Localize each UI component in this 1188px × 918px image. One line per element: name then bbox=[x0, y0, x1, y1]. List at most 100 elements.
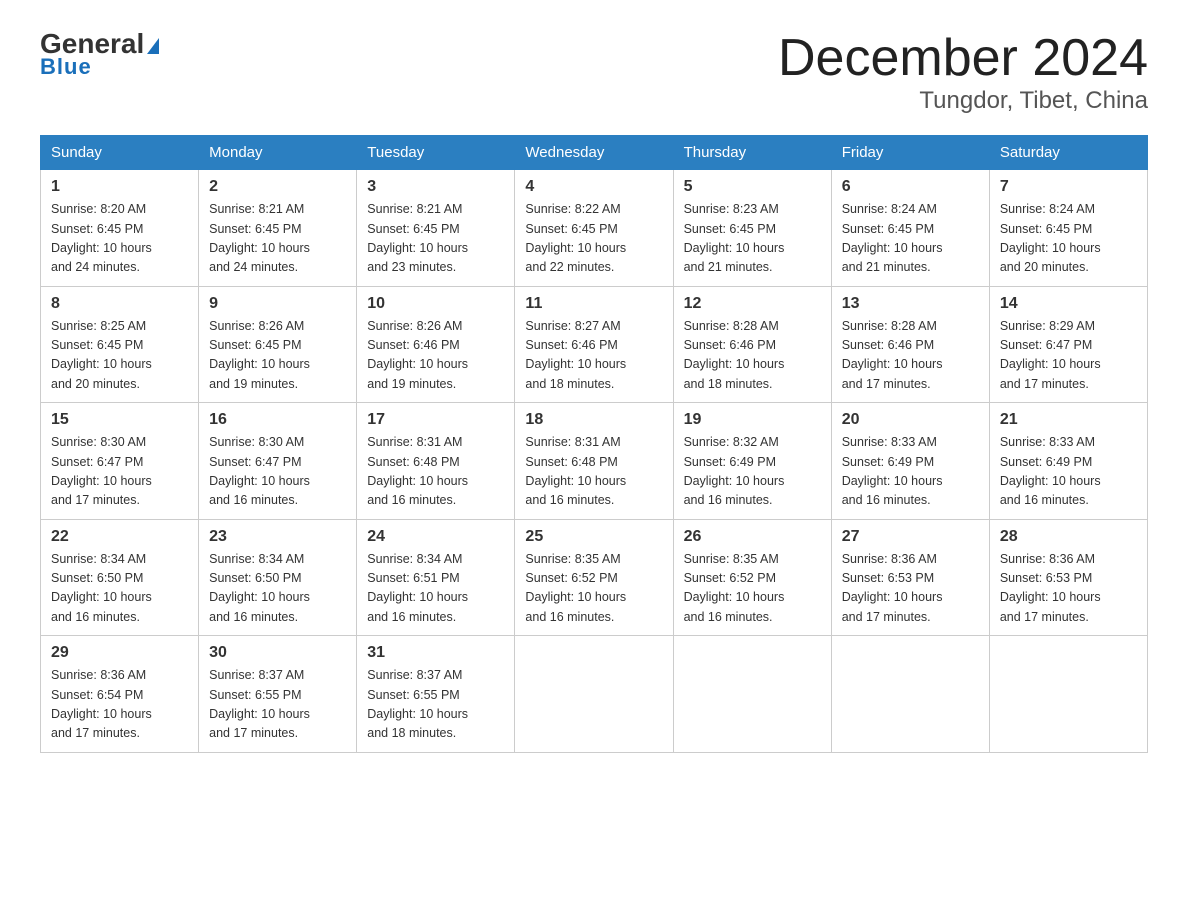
table-row: 26 Sunrise: 8:35 AM Sunset: 6:52 PM Dayl… bbox=[673, 519, 831, 636]
calendar-title: December 2024 bbox=[778, 30, 1148, 87]
calendar-row: 29 Sunrise: 8:36 AM Sunset: 6:54 PM Dayl… bbox=[41, 636, 1148, 753]
day-info: Sunrise: 8:27 AM Sunset: 6:46 PM Dayligh… bbox=[525, 317, 662, 395]
day-number: 31 bbox=[367, 644, 504, 662]
day-info: Sunrise: 8:36 AM Sunset: 6:53 PM Dayligh… bbox=[842, 550, 979, 628]
table-row: 4 Sunrise: 8:22 AM Sunset: 6:45 PM Dayli… bbox=[515, 170, 673, 287]
table-row: 16 Sunrise: 8:30 AM Sunset: 6:47 PM Dayl… bbox=[199, 403, 357, 520]
day-info: Sunrise: 8:36 AM Sunset: 6:53 PM Dayligh… bbox=[1000, 550, 1137, 628]
day-number: 8 bbox=[51, 295, 188, 313]
calendar-row: 1 Sunrise: 8:20 AM Sunset: 6:45 PM Dayli… bbox=[41, 170, 1148, 287]
calendar-row: 15 Sunrise: 8:30 AM Sunset: 6:47 PM Dayl… bbox=[41, 403, 1148, 520]
day-info: Sunrise: 8:26 AM Sunset: 6:46 PM Dayligh… bbox=[367, 317, 504, 395]
day-info: Sunrise: 8:37 AM Sunset: 6:55 PM Dayligh… bbox=[209, 666, 346, 744]
day-info: Sunrise: 8:21 AM Sunset: 6:45 PM Dayligh… bbox=[209, 200, 346, 278]
day-number: 21 bbox=[1000, 411, 1137, 429]
table-row: 30 Sunrise: 8:37 AM Sunset: 6:55 PM Dayl… bbox=[199, 636, 357, 753]
day-number: 17 bbox=[367, 411, 504, 429]
table-row: 12 Sunrise: 8:28 AM Sunset: 6:46 PM Dayl… bbox=[673, 286, 831, 403]
col-tuesday: Tuesday bbox=[357, 136, 515, 170]
day-info: Sunrise: 8:24 AM Sunset: 6:45 PM Dayligh… bbox=[842, 200, 979, 278]
day-info: Sunrise: 8:25 AM Sunset: 6:45 PM Dayligh… bbox=[51, 317, 188, 395]
calendar-row: 8 Sunrise: 8:25 AM Sunset: 6:45 PM Dayli… bbox=[41, 286, 1148, 403]
table-row: 6 Sunrise: 8:24 AM Sunset: 6:45 PM Dayli… bbox=[831, 170, 989, 287]
day-info: Sunrise: 8:34 AM Sunset: 6:50 PM Dayligh… bbox=[51, 550, 188, 628]
day-number: 7 bbox=[1000, 178, 1137, 196]
page-header: General Blue December 2024 Tungdor, Tibe… bbox=[40, 30, 1148, 115]
day-info: Sunrise: 8:33 AM Sunset: 6:49 PM Dayligh… bbox=[1000, 433, 1137, 511]
day-number: 11 bbox=[525, 295, 662, 313]
day-number: 19 bbox=[684, 411, 821, 429]
day-number: 29 bbox=[51, 644, 188, 662]
table-row: 27 Sunrise: 8:36 AM Sunset: 6:53 PM Dayl… bbox=[831, 519, 989, 636]
col-sunday: Sunday bbox=[41, 136, 199, 170]
day-number: 28 bbox=[1000, 528, 1137, 546]
table-row: 23 Sunrise: 8:34 AM Sunset: 6:50 PM Dayl… bbox=[199, 519, 357, 636]
day-number: 25 bbox=[525, 528, 662, 546]
table-row: 2 Sunrise: 8:21 AM Sunset: 6:45 PM Dayli… bbox=[199, 170, 357, 287]
day-number: 12 bbox=[684, 295, 821, 313]
table-row: 22 Sunrise: 8:34 AM Sunset: 6:50 PM Dayl… bbox=[41, 519, 199, 636]
col-friday: Friday bbox=[831, 136, 989, 170]
day-number: 30 bbox=[209, 644, 346, 662]
logo: General Blue bbox=[40, 30, 159, 80]
day-info: Sunrise: 8:30 AM Sunset: 6:47 PM Dayligh… bbox=[51, 433, 188, 511]
day-number: 1 bbox=[51, 178, 188, 196]
table-row bbox=[673, 636, 831, 753]
table-row: 10 Sunrise: 8:26 AM Sunset: 6:46 PM Dayl… bbox=[357, 286, 515, 403]
table-row: 8 Sunrise: 8:25 AM Sunset: 6:45 PM Dayli… bbox=[41, 286, 199, 403]
table-row: 21 Sunrise: 8:33 AM Sunset: 6:49 PM Dayl… bbox=[989, 403, 1147, 520]
day-number: 23 bbox=[209, 528, 346, 546]
day-number: 24 bbox=[367, 528, 504, 546]
table-row: 7 Sunrise: 8:24 AM Sunset: 6:45 PM Dayli… bbox=[989, 170, 1147, 287]
day-number: 4 bbox=[525, 178, 662, 196]
day-info: Sunrise: 8:34 AM Sunset: 6:50 PM Dayligh… bbox=[209, 550, 346, 628]
day-info: Sunrise: 8:30 AM Sunset: 6:47 PM Dayligh… bbox=[209, 433, 346, 511]
day-number: 2 bbox=[209, 178, 346, 196]
day-info: Sunrise: 8:32 AM Sunset: 6:49 PM Dayligh… bbox=[684, 433, 821, 511]
table-row: 25 Sunrise: 8:35 AM Sunset: 6:52 PM Dayl… bbox=[515, 519, 673, 636]
day-info: Sunrise: 8:28 AM Sunset: 6:46 PM Dayligh… bbox=[842, 317, 979, 395]
table-row: 29 Sunrise: 8:36 AM Sunset: 6:54 PM Dayl… bbox=[41, 636, 199, 753]
header-row: Sunday Monday Tuesday Wednesday Thursday… bbox=[41, 136, 1148, 170]
day-number: 18 bbox=[525, 411, 662, 429]
table-row: 14 Sunrise: 8:29 AM Sunset: 6:47 PM Dayl… bbox=[989, 286, 1147, 403]
day-info: Sunrise: 8:24 AM Sunset: 6:45 PM Dayligh… bbox=[1000, 200, 1137, 278]
day-info: Sunrise: 8:29 AM Sunset: 6:47 PM Dayligh… bbox=[1000, 317, 1137, 395]
table-row bbox=[989, 636, 1147, 753]
table-row: 3 Sunrise: 8:21 AM Sunset: 6:45 PM Dayli… bbox=[357, 170, 515, 287]
col-thursday: Thursday bbox=[673, 136, 831, 170]
day-number: 16 bbox=[209, 411, 346, 429]
logo-blue-text: Blue bbox=[40, 54, 92, 80]
day-info: Sunrise: 8:28 AM Sunset: 6:46 PM Dayligh… bbox=[684, 317, 821, 395]
day-number: 14 bbox=[1000, 295, 1137, 313]
day-info: Sunrise: 8:31 AM Sunset: 6:48 PM Dayligh… bbox=[367, 433, 504, 511]
day-info: Sunrise: 8:21 AM Sunset: 6:45 PM Dayligh… bbox=[367, 200, 504, 278]
table-row: 5 Sunrise: 8:23 AM Sunset: 6:45 PM Dayli… bbox=[673, 170, 831, 287]
table-row: 19 Sunrise: 8:32 AM Sunset: 6:49 PM Dayl… bbox=[673, 403, 831, 520]
day-info: Sunrise: 8:35 AM Sunset: 6:52 PM Dayligh… bbox=[684, 550, 821, 628]
table-row: 13 Sunrise: 8:28 AM Sunset: 6:46 PM Dayl… bbox=[831, 286, 989, 403]
day-number: 10 bbox=[367, 295, 504, 313]
table-row: 18 Sunrise: 8:31 AM Sunset: 6:48 PM Dayl… bbox=[515, 403, 673, 520]
col-monday: Monday bbox=[199, 136, 357, 170]
day-info: Sunrise: 8:33 AM Sunset: 6:49 PM Dayligh… bbox=[842, 433, 979, 511]
day-number: 9 bbox=[209, 295, 346, 313]
table-row: 31 Sunrise: 8:37 AM Sunset: 6:55 PM Dayl… bbox=[357, 636, 515, 753]
day-number: 6 bbox=[842, 178, 979, 196]
day-info: Sunrise: 8:23 AM Sunset: 6:45 PM Dayligh… bbox=[684, 200, 821, 278]
table-row bbox=[831, 636, 989, 753]
day-info: Sunrise: 8:36 AM Sunset: 6:54 PM Dayligh… bbox=[51, 666, 188, 744]
day-info: Sunrise: 8:31 AM Sunset: 6:48 PM Dayligh… bbox=[525, 433, 662, 511]
day-number: 26 bbox=[684, 528, 821, 546]
col-wednesday: Wednesday bbox=[515, 136, 673, 170]
table-row: 11 Sunrise: 8:27 AM Sunset: 6:46 PM Dayl… bbox=[515, 286, 673, 403]
day-info: Sunrise: 8:34 AM Sunset: 6:51 PM Dayligh… bbox=[367, 550, 504, 628]
calendar-table: Sunday Monday Tuesday Wednesday Thursday… bbox=[40, 135, 1148, 753]
table-row: 20 Sunrise: 8:33 AM Sunset: 6:49 PM Dayl… bbox=[831, 403, 989, 520]
title-block: December 2024 Tungdor, Tibet, China bbox=[778, 30, 1148, 115]
day-info: Sunrise: 8:26 AM Sunset: 6:45 PM Dayligh… bbox=[209, 317, 346, 395]
table-row: 1 Sunrise: 8:20 AM Sunset: 6:45 PM Dayli… bbox=[41, 170, 199, 287]
day-info: Sunrise: 8:35 AM Sunset: 6:52 PM Dayligh… bbox=[525, 550, 662, 628]
day-number: 13 bbox=[842, 295, 979, 313]
calendar-row: 22 Sunrise: 8:34 AM Sunset: 6:50 PM Dayl… bbox=[41, 519, 1148, 636]
